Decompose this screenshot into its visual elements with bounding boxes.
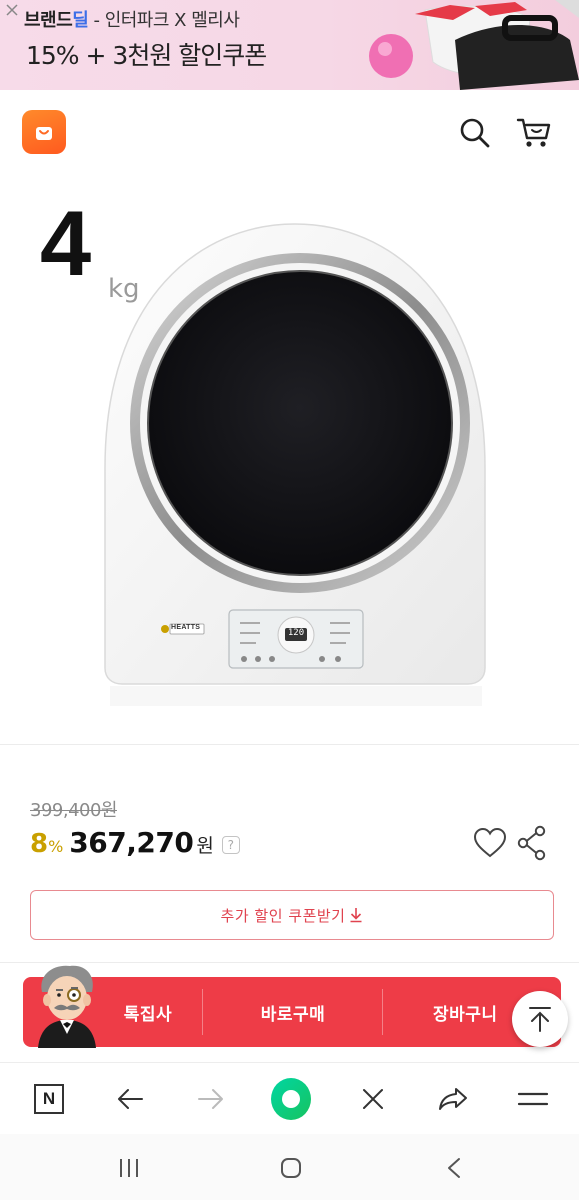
menu-icon [517,1092,549,1106]
download-arrow-icon [350,908,362,923]
arrow-up-icon [529,1007,551,1032]
coupon-button-label: 추가 할인 쿠폰받기 [220,906,346,925]
menu-button[interactable] [513,1079,553,1119]
currency-label: 원 [196,835,214,857]
forward-button[interactable] [191,1079,231,1119]
back-button[interactable] [110,1079,150,1119]
display-readout: 120 [287,628,305,638]
heart-icon[interactable] [472,826,508,860]
bag-icon [36,127,52,140]
n-icon: N [34,1084,64,1114]
original-price: 399,400원 [30,800,118,821]
discount-unit: % [48,837,64,856]
recent-apps-button[interactable] [109,1150,149,1186]
discount-rate: 8 [30,829,49,859]
price-help-icon[interactable]: ? [221,836,240,854]
add-to-cart-label: 장바구니 [433,1004,498,1025]
home-square-icon [281,1158,301,1178]
dryer-illustration [104,223,486,706]
section-divider [0,744,579,745]
close-tab-button[interactable] [353,1079,393,1119]
browser-toolbar: N [0,1062,579,1134]
ad-banner[interactable]: 브랜드딜 - 인터파크 X 멜리사 15% + 3천원 할인쿠폰 [0,0,579,90]
recent-apps-icon [120,1159,138,1177]
price-row: 8 % 367,270 원 ? [30,826,240,862]
banner-brand: 브랜드딜 [24,10,89,31]
search-icon[interactable] [456,114,494,152]
buy-now-label: 바로구매 [260,1004,326,1025]
buy-now-button[interactable]: 바로구매 [203,977,383,1047]
system-navigation-bar [0,1134,579,1200]
back-arrow-icon [118,1089,143,1109]
naver-tab-button[interactable]: N [29,1079,69,1119]
system-home-button[interactable] [271,1150,311,1186]
share-page-button[interactable] [433,1079,473,1119]
share-icon[interactable] [516,824,548,862]
banner-headline: 15% + 3천원 할인쿠폰 [26,41,267,70]
coupon-download-button[interactable]: 추가 할인 쿠폰받기 [30,890,554,940]
app-header [0,90,579,178]
banner-collab: - 인터파크 X 멜리사 [88,10,240,31]
sale-price: 367,270 [69,826,194,859]
product-image[interactable]: 4 kg 120 HEATTS [0,178,579,740]
forward-arrow-icon [198,1089,223,1109]
share-arrow-icon [439,1088,467,1110]
shopping-bag-logo[interactable] [22,110,66,154]
home-ring-icon [271,1078,311,1120]
mascot-butler-icon[interactable] [20,962,112,1048]
home-button[interactable] [271,1078,311,1120]
talk-butler-label: 톡집사 [123,1004,173,1025]
system-back-button[interactable] [434,1150,474,1186]
chevron-left-icon [448,1158,460,1178]
close-icon[interactable] [4,2,20,18]
banner-subtitle: 브랜드딜 - 인터파크 X 멜리사 [24,6,240,32]
banner-product-image [369,0,579,90]
close-icon [363,1089,383,1109]
scroll-to-top-button[interactable] [512,991,568,1047]
brand-badge-label: HEATTS [171,624,201,631]
cart-icon[interactable] [514,112,554,152]
